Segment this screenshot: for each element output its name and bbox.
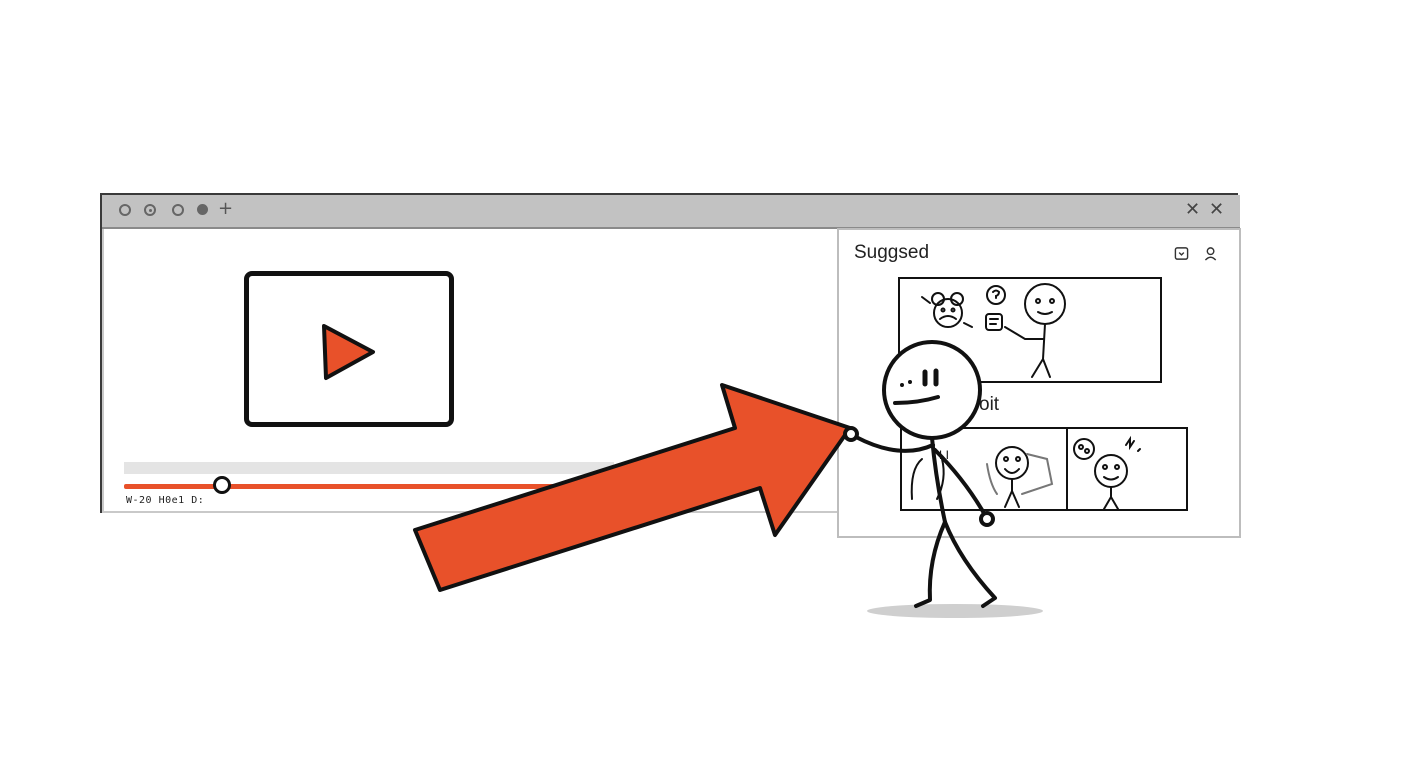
seek-track[interactable]: [124, 462, 614, 474]
seek-handle[interactable]: [213, 476, 231, 494]
new-tab-button[interactable]: +: [218, 200, 233, 218]
video-frame[interactable]: [244, 271, 454, 427]
play-icon[interactable]: [249, 276, 449, 422]
ground-shadow: [867, 604, 1043, 618]
suggested-sidebar: Suggsed oit LI: [837, 228, 1241, 538]
close-icon[interactable]: ✕: [1185, 200, 1200, 220]
seek-progress[interactable]: [124, 484, 614, 489]
video-player: W-20 H0e1 D:: [102, 229, 840, 513]
dot-circle-icon[interactable]: [144, 204, 156, 216]
thumbnail-illustration: LI: [910, 446, 1054, 508]
suggested-thumbnail[interactable]: [898, 277, 1162, 383]
thumbnail-illustration: [1073, 435, 1141, 510]
suggested-thumbnail[interactable]: [1066, 427, 1188, 511]
time-readout: W-20 H0e1 D:: [126, 495, 205, 506]
suggested-thumbnail[interactable]: LI: [900, 427, 1068, 511]
circle-icon[interactable]: [119, 204, 131, 216]
title-bar: + ✕ ✕: [102, 195, 1240, 229]
svg-text:LI: LI: [939, 448, 949, 462]
thumbnail-illustration: [921, 283, 1066, 378]
user-icon[interactable]: [1204, 246, 1219, 261]
thumbnail-title: oit: [979, 394, 1000, 415]
close-icon[interactable]: ✕: [1209, 200, 1224, 220]
filled-circle-icon[interactable]: [197, 204, 208, 215]
cast-icon[interactable]: [1174, 246, 1189, 261]
circle-icon[interactable]: [172, 204, 184, 216]
illustration-stage: + ✕ ✕ W-20 H0e1 D: Suggsed oit LI: [0, 0, 1408, 768]
sidebar-title: Suggsed: [854, 242, 930, 263]
